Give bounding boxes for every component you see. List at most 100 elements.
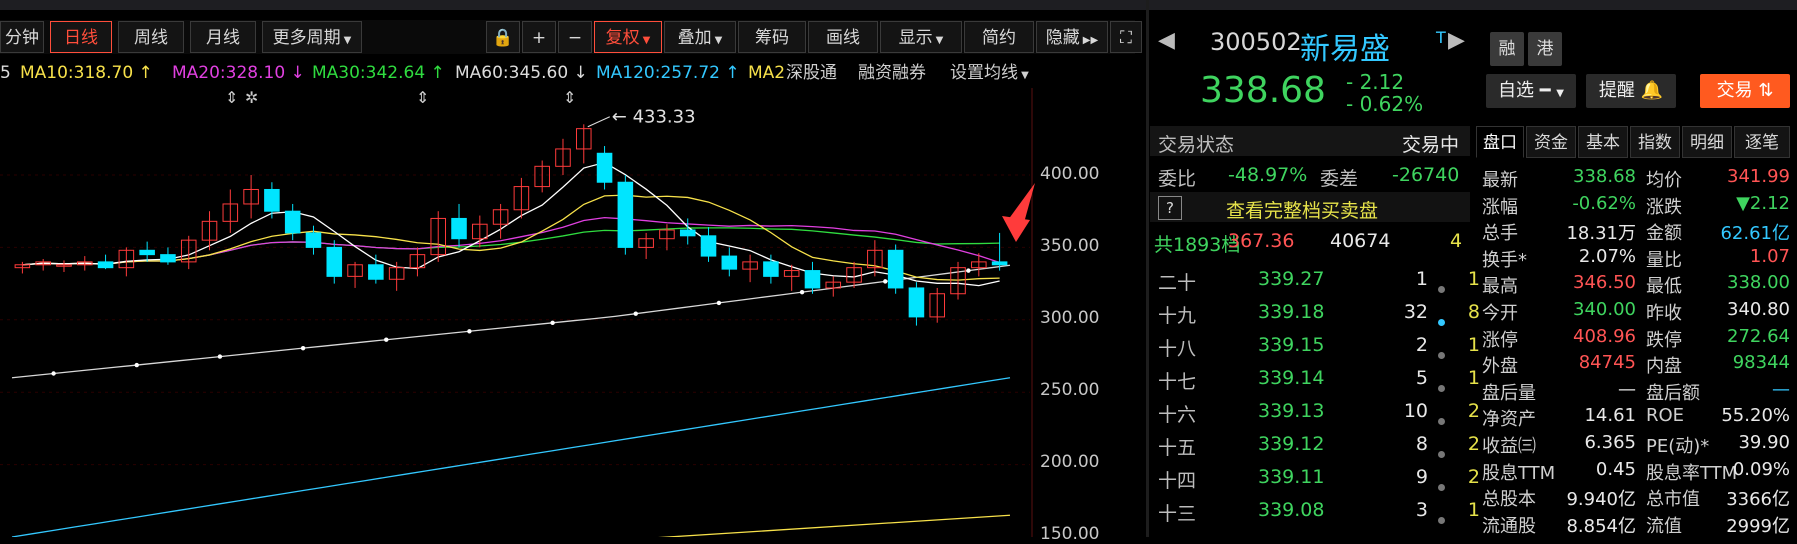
stat-value: 14.61: [1584, 405, 1636, 427]
trade-label: 交易: [1716, 80, 1753, 101]
hide-button[interactable]: 隐藏 ▶▶: [1036, 21, 1108, 53]
stat-value: 98344: [1732, 352, 1790, 374]
tab-orderbook[interactable]: 盘口: [1476, 126, 1524, 158]
order-book-row[interactable]: 十七 339.14 5 1: [1158, 367, 1488, 397]
tab-funds[interactable]: 资金: [1526, 126, 1576, 158]
zoom-out-icon[interactable]: −: [558, 21, 592, 53]
tab-weekly[interactable]: 周线: [118, 21, 184, 53]
stat-value: 272.64: [1727, 325, 1790, 347]
chips-button[interactable]: 筹码: [738, 21, 806, 53]
level-label: 十四: [1158, 470, 1197, 492]
fullscreen-icon[interactable]: ⛶: [1110, 21, 1142, 53]
zoom-in-icon[interactable]: +: [522, 21, 556, 53]
candle-body: [804, 270, 821, 289]
candle-body: [97, 261, 114, 269]
stat-value: 55.20%: [1721, 405, 1790, 427]
ma60-dot: [467, 329, 472, 334]
kline-chart[interactable]: ← 433.33 ⇕ ✲ ⇕ ⇕: [0, 88, 1140, 537]
level-volume: 10: [1403, 400, 1428, 422]
stat-value: 1.07: [1749, 245, 1790, 267]
trade-button[interactable]: 交易 ⇅: [1700, 74, 1790, 108]
tab-index[interactable]: 指数: [1630, 126, 1680, 158]
watchlist-button[interactable]: 自选 ━ ▼: [1486, 74, 1576, 108]
stat-value: 84745: [1578, 352, 1636, 374]
level-price: 339.27: [1258, 268, 1325, 290]
alert-button[interactable]: 提醒 🔔: [1586, 74, 1676, 108]
level-price: 339.14: [1258, 367, 1325, 389]
ma60-dot: [134, 362, 139, 368]
order-book-row[interactable]: 十五 339.12 8 2: [1158, 433, 1488, 463]
candle-body: [596, 152, 613, 183]
dot-icon: [1438, 309, 1445, 331]
dot-icon: [1438, 276, 1445, 298]
ma-settings-link[interactable]: 设置均线 ▼: [950, 58, 1029, 88]
stat-value: 9.940亿: [1566, 489, 1636, 511]
stat-value: 408.96: [1573, 325, 1636, 347]
order-book-row[interactable]: 十三 339.08 3 1: [1158, 499, 1488, 529]
tab-details[interactable]: 明细: [1682, 126, 1732, 158]
ma120-label: MA120:257.72 ↑: [596, 63, 740, 83]
tab-monthly[interactable]: 月线: [190, 21, 256, 53]
t-mark: T: [1436, 28, 1446, 47]
y-tick-250: 250.00: [1040, 380, 1100, 400]
stat-value: 341.99: [1727, 166, 1790, 187]
candle-body: [721, 255, 738, 270]
hk-tag[interactable]: 港: [1528, 32, 1562, 66]
next-stock-icon[interactable]: ▶: [1448, 28, 1465, 53]
stat-value: 2999亿: [1726, 515, 1790, 537]
more-periods-dropdown[interactable]: 更多周期 ▼: [262, 21, 362, 53]
ma60-dot: [384, 337, 389, 342]
high-label: ← 433.33: [612, 107, 696, 128]
margin-link[interactable]: 融资融券: [858, 58, 926, 88]
dot-icon: [1438, 507, 1445, 529]
adjust-dropdown[interactable]: 复权 ▼: [594, 21, 662, 53]
help-icon[interactable]: ?: [1158, 196, 1182, 220]
tab-daily[interactable]: 日线: [50, 21, 112, 53]
overlay-dropdown[interactable]: 叠加 ▼: [664, 21, 736, 53]
tab-minute[interactable]: 分钟: [0, 21, 44, 53]
lock-icon[interactable]: 🔒: [486, 21, 520, 53]
order-book-row[interactable]: 十九 339.18 32 8: [1158, 301, 1488, 331]
y-tick-200: 200.00: [1040, 452, 1100, 472]
stat-value: 39.90: [1738, 432, 1790, 453]
order-book-row[interactable]: 十八 339.15 2 1: [1158, 334, 1488, 364]
stat-value: 340.00: [1573, 299, 1636, 320]
level-price: 339.08: [1258, 499, 1325, 521]
display-dropdown[interactable]: 显示 ▼: [880, 21, 962, 53]
dot-icon: [1438, 375, 1445, 397]
summary-count: 4: [1450, 230, 1463, 252]
ma60-dot: [51, 371, 56, 376]
full-book-link[interactable]: 查看完整档买卖盘: [1226, 196, 1378, 223]
caret-icon: ▼: [1018, 70, 1029, 81]
stock-name: 新易盛: [1300, 32, 1390, 67]
caret-icon: ▼: [343, 35, 352, 46]
adjust-label: 复权: [605, 28, 640, 48]
summary-price: 367.36: [1228, 230, 1295, 252]
draw-button[interactable]: 画线: [808, 21, 878, 53]
hide-label: 隐藏: [1045, 28, 1080, 48]
ma250-line: [658, 514, 1011, 537]
simple-button[interactable]: 简约: [964, 21, 1034, 53]
event-marker-icon: ✲: [245, 88, 258, 107]
stat-value: 338.00: [1727, 272, 1790, 294]
candle-body: [284, 210, 301, 234]
ma30-label: MA30:342.64 ↑: [312, 63, 445, 83]
ma-legend: 5 MA10:318.70 ↑ MA20:328.10 ↓ MA30:342.6…: [0, 58, 1135, 88]
candle-body: [160, 254, 176, 263]
level-volume: 2: [1415, 334, 1428, 356]
tab-basics[interactable]: 基本: [1578, 126, 1628, 158]
level-volume: 9: [1415, 466, 1428, 488]
ma60-dot: [300, 345, 306, 351]
margin-tag[interactable]: 融: [1490, 32, 1524, 66]
order-book-row[interactable]: 二十 339.27 1 1: [1158, 268, 1488, 298]
prev-stock-icon[interactable]: ◀: [1158, 28, 1175, 53]
level-count: 8: [1467, 301, 1480, 323]
tab-ticks[interactable]: 逐笔: [1734, 126, 1790, 158]
ma5-line: [22, 161, 1000, 287]
level-count: 1: [1467, 499, 1480, 521]
order-book-row[interactable]: 十四 339.11 9 2: [1158, 466, 1488, 496]
level-price: 339.15: [1258, 334, 1325, 356]
sz-connect-link[interactable]: 深股通: [786, 58, 837, 88]
order-book-row[interactable]: 十六 339.13 10 2: [1158, 400, 1488, 430]
stat-value: 62.61亿: [1720, 223, 1790, 245]
